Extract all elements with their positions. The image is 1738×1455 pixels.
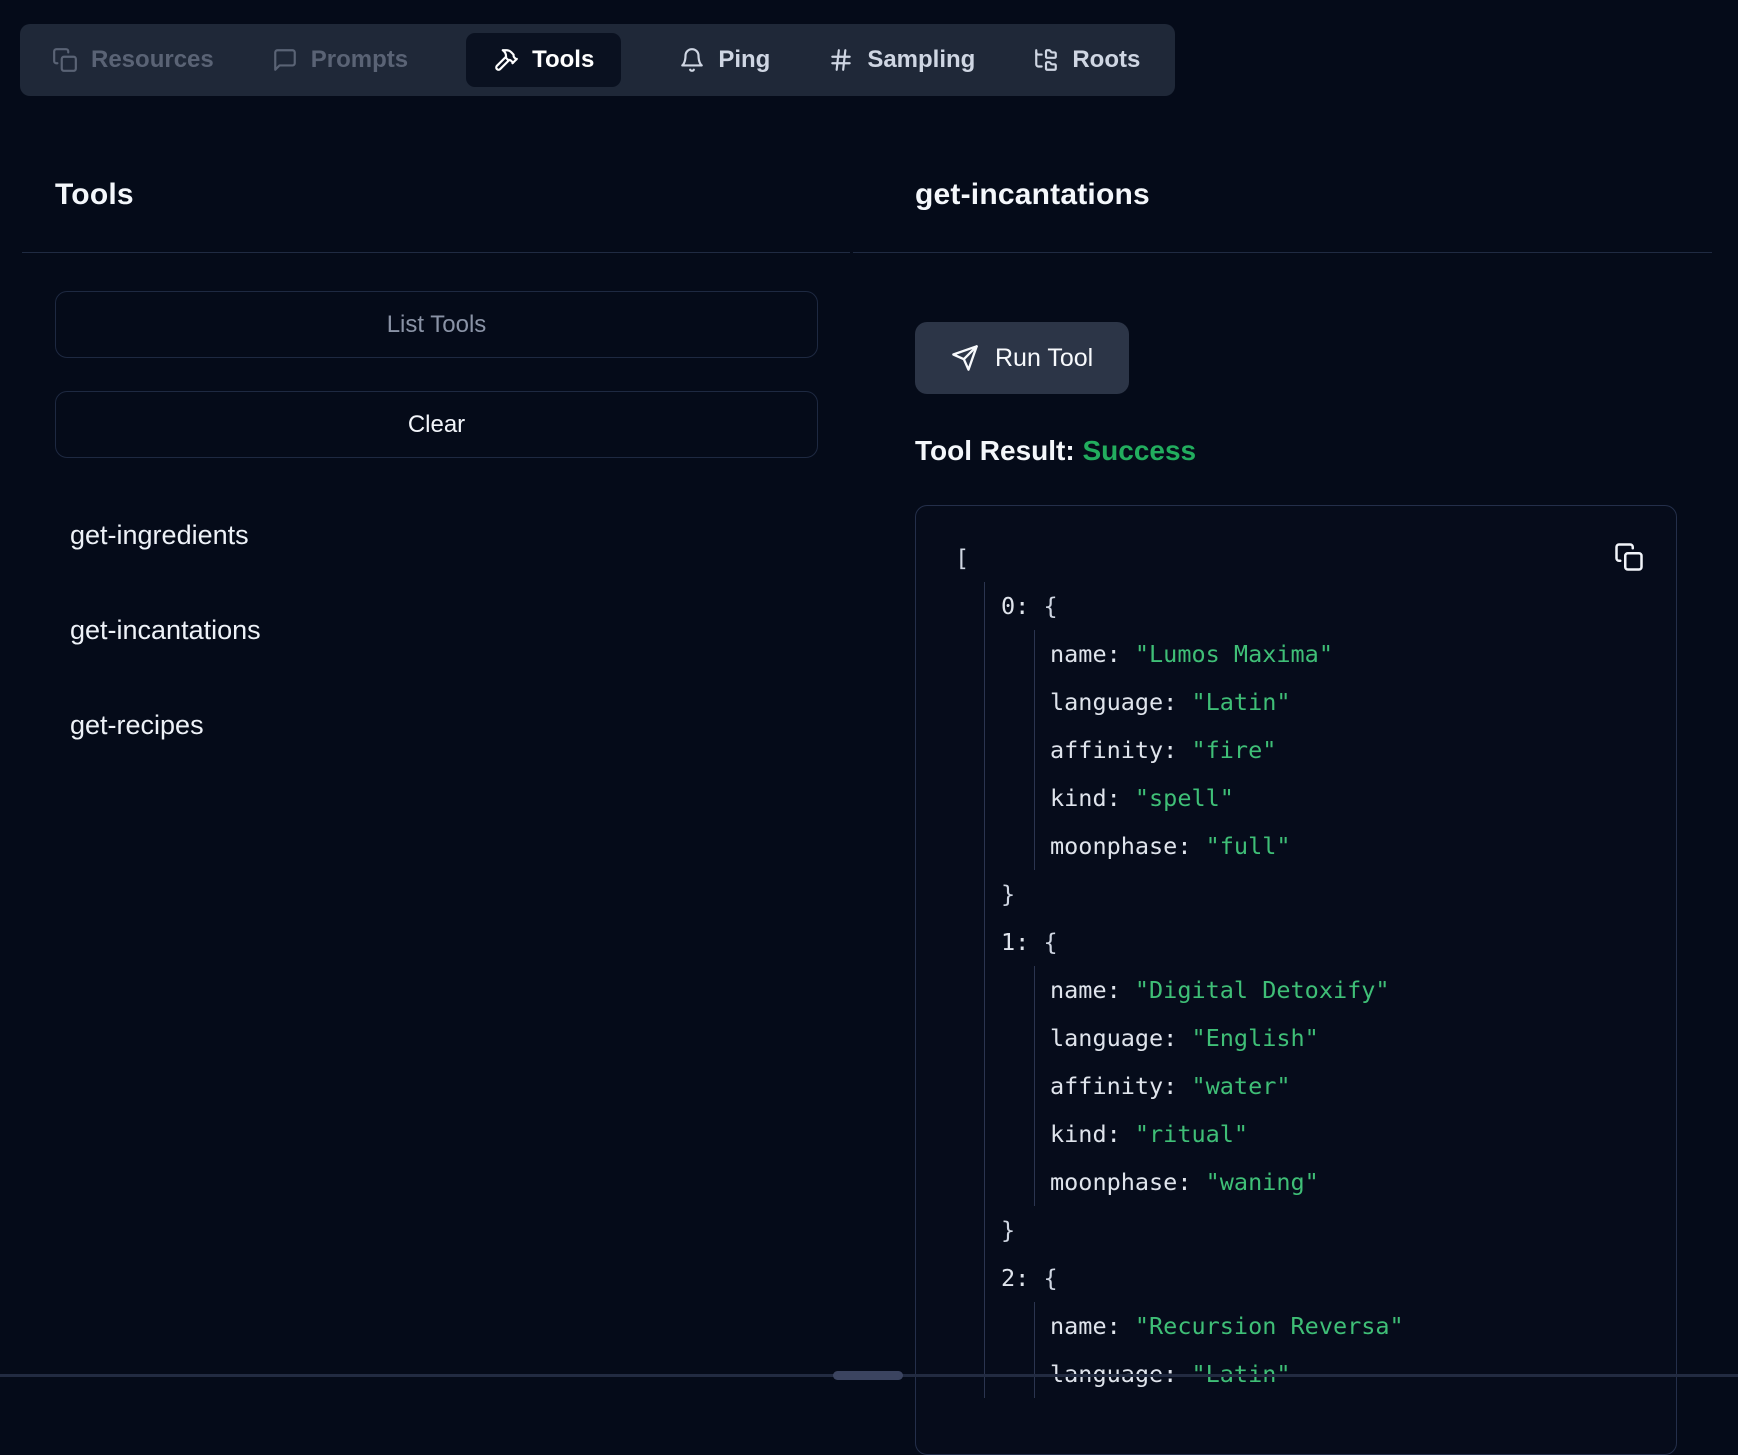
tool-list-item[interactable]: get-incantations — [70, 615, 850, 646]
json-value: "full" — [1206, 832, 1291, 860]
json-value: "Lumos Maxima" — [1135, 640, 1333, 668]
top-navigation: Resources Prompts Tools Ping Sampling Roots — [20, 24, 1175, 96]
json-value: "ritual" — [1135, 1120, 1248, 1148]
json-line: } — [1001, 1206, 1676, 1254]
json-tree: [0: {name: "Lumos Maxima"language: "Lati… — [955, 534, 1676, 1398]
message-square-icon — [272, 47, 298, 73]
json-line: name: "Digital Detoxify" — [1050, 966, 1676, 1014]
json-line: affinity: "water" — [1050, 1062, 1676, 1110]
json-line: moonphase: "waning" — [1050, 1158, 1676, 1206]
json-key: name: — [1050, 1312, 1135, 1340]
copy-icon — [1614, 542, 1644, 572]
selected-tool-title: get-incantations — [915, 178, 1712, 212]
tool-list-item[interactable]: get-recipes — [70, 710, 850, 741]
json-value: "Latin" — [1191, 688, 1290, 716]
json-key: moonphase: — [1050, 1168, 1206, 1196]
copy-button[interactable] — [1614, 542, 1644, 572]
tool-result-status: Success — [1082, 435, 1196, 466]
tool-list-item[interactable]: get-ingredients — [70, 520, 850, 551]
tool-result-line: Tool Result: Success — [915, 435, 1712, 467]
json-line: language: "English" — [1050, 1014, 1676, 1062]
json-brace: { — [1043, 1264, 1057, 1292]
json-key: moonphase: — [1050, 832, 1206, 860]
json-line: language: "Latin" — [1050, 678, 1676, 726]
run-tool-button[interactable]: Run Tool — [915, 322, 1129, 394]
json-key: kind: — [1050, 1120, 1135, 1148]
tab-tools[interactable]: Tools — [466, 33, 621, 87]
json-key: name: — [1050, 976, 1135, 1004]
tab-label: Ping — [718, 46, 770, 74]
tab-prompts: Prompts — [272, 46, 408, 74]
json-key: name: — [1050, 640, 1135, 668]
horizontal-scrollbar-thumb[interactable] — [833, 1371, 903, 1380]
json-line: kind: "ritual" — [1050, 1110, 1676, 1158]
tab-sampling[interactable]: Sampling — [828, 46, 975, 74]
bell-icon — [679, 47, 705, 73]
json-line: 2: { — [1001, 1254, 1676, 1302]
tool-result-box: [0: {name: "Lumos Maxima"language: "Lati… — [915, 505, 1677, 1455]
run-tool-label: Run Tool — [995, 344, 1093, 373]
files-icon — [52, 47, 78, 73]
hammer-icon — [493, 47, 519, 73]
panel-divider — [22, 252, 850, 253]
list-tools-button[interactable]: List Tools — [55, 291, 818, 358]
json-index: 2: — [1001, 1264, 1043, 1292]
panel-divider — [853, 252, 1712, 253]
tab-label: Prompts — [311, 46, 408, 74]
tool-result-label: Tool Result: — [915, 435, 1075, 466]
json-line: name: "Lumos Maxima" — [1050, 630, 1676, 678]
json-key: kind: — [1050, 784, 1135, 812]
tab-label: Sampling — [867, 46, 975, 74]
json-index: 0: — [1001, 592, 1043, 620]
json-bracket: [ — [955, 544, 969, 572]
json-line: 1: { — [1001, 918, 1676, 966]
clear-button[interactable]: Clear — [55, 391, 818, 458]
json-key: affinity: — [1050, 1072, 1191, 1100]
json-value: "English" — [1191, 1024, 1318, 1052]
json-line: kind: "spell" — [1050, 774, 1676, 822]
json-brace: { — [1043, 592, 1057, 620]
tools-panel-title: Tools — [55, 178, 850, 212]
tab-roots[interactable]: Roots — [1033, 46, 1140, 74]
json-value: "Digital Detoxify" — [1135, 976, 1390, 1004]
json-line: name: "Recursion Reversa" — [1050, 1302, 1676, 1350]
json-line: moonphase: "full" — [1050, 822, 1676, 870]
json-line: affinity: "fire" — [1050, 726, 1676, 774]
json-key: language: — [1050, 688, 1191, 716]
json-value: "water" — [1191, 1072, 1290, 1100]
tab-resources: Resources — [52, 46, 214, 74]
json-key: affinity: — [1050, 736, 1191, 764]
json-value: "Recursion Reversa" — [1135, 1312, 1404, 1340]
json-brace: } — [1001, 880, 1015, 908]
tool-detail-panel: get-incantations Run Tool Tool Result: S… — [915, 178, 1712, 1455]
tools-list: get-ingredients get-incantations get-recip… — [22, 520, 850, 741]
json-brace: } — [1001, 1216, 1015, 1244]
json-value: "fire" — [1191, 736, 1276, 764]
json-brace: { — [1043, 928, 1057, 956]
folder-tree-icon — [1033, 47, 1059, 73]
json-value: "spell" — [1135, 784, 1234, 812]
tab-label: Tools — [532, 46, 594, 74]
hash-icon — [828, 47, 854, 73]
json-key: language: — [1050, 1024, 1191, 1052]
json-line: } — [1001, 870, 1676, 918]
json-index: 1: — [1001, 928, 1043, 956]
tools-panel: Tools List Tools Clear get-ingredientsge… — [22, 178, 850, 741]
json-line: [ — [955, 534, 1676, 582]
tab-label: Roots — [1072, 46, 1140, 74]
tab-label: Resources — [91, 46, 214, 74]
send-icon — [951, 344, 979, 372]
tab-ping[interactable]: Ping — [679, 46, 770, 74]
json-value: "waning" — [1206, 1168, 1319, 1196]
json-line: 0: { — [1001, 582, 1676, 630]
